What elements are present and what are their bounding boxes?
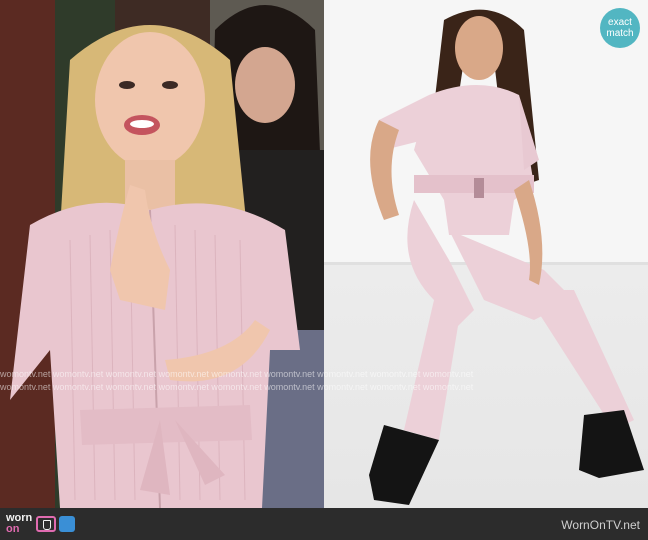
site-url[interactable]: WornOnTV.net xyxy=(561,518,640,532)
tv-icon xyxy=(36,516,57,532)
watermark-row-1: womontv.net womontv.net womontv.net womo… xyxy=(0,369,474,379)
watermark-row-2: womontv.net womontv.net womontv.net womo… xyxy=(0,382,474,392)
tv-icon-blue xyxy=(59,516,76,532)
watermark: womontv.net womontv.net womontv.net womo… xyxy=(0,368,648,394)
footer-bar xyxy=(0,508,648,540)
logo-text-part2: on xyxy=(6,523,20,535)
product-photo xyxy=(324,0,648,508)
tv-still-illustration xyxy=(0,0,324,508)
site-logo[interactable]: worn on xyxy=(6,511,82,537)
exact-match-line2: match xyxy=(606,28,634,39)
model-illustration xyxy=(369,9,644,505)
exact-match-line1: exact xyxy=(608,17,632,28)
exact-match-badge: exact match xyxy=(600,8,640,48)
tv-still-photo xyxy=(0,0,324,508)
logo-text: worn on xyxy=(6,513,32,535)
